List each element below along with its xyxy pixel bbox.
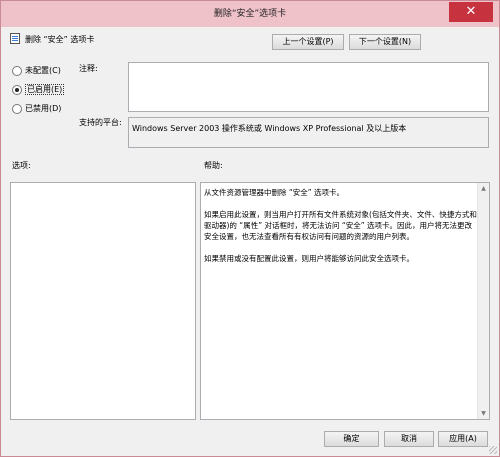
help-paragraph: 如果禁用或没有配置此设置，则用户将能够访问此安全选项卡。 xyxy=(204,254,414,263)
supported-platform-field: Windows Server 2003 操作系统或 Windows XP Pro… xyxy=(128,117,489,148)
group-policy-setting-dialog: 删除“安全”选项卡 ✕ 删除 “安全” 选项卡 上一个设置(P) 下一个设置(N… xyxy=(0,0,500,457)
help-label: 帮助: xyxy=(204,161,223,170)
cancel-button[interactable]: 取消 xyxy=(384,431,434,447)
scroll-down-arrow-icon[interactable]: ▼ xyxy=(478,408,489,419)
radio-button-checked[interactable] xyxy=(12,84,22,95)
resize-grip-icon[interactable] xyxy=(489,446,497,454)
title-bar[interactable]: 删除“安全”选项卡 ✕ xyxy=(1,1,499,27)
help-scrollbar[interactable]: ▲ ▼ xyxy=(477,183,489,419)
radio-disabled[interactable]: 已禁用(D) xyxy=(12,103,61,114)
ok-button[interactable]: 确定 xyxy=(324,431,379,447)
scroll-up-arrow-icon[interactable]: ▲ xyxy=(478,183,489,194)
radio-not-configured[interactable]: 未配置(C) xyxy=(12,65,61,76)
next-setting-button[interactable]: 下一个设置(N) xyxy=(349,34,421,50)
radio-enabled[interactable]: 已启用(E) xyxy=(12,84,65,95)
close-button[interactable]: ✕ xyxy=(449,2,493,22)
comment-label: 注释: xyxy=(79,64,98,73)
radio-button[interactable] xyxy=(12,103,22,114)
help-paragraph: 如果启用此设置，则当用户打开所有文件系统对象(包括文件夹、文件、快捷方式和驱动器… xyxy=(204,210,477,241)
options-label: 选项: xyxy=(12,161,31,170)
radio-label: 已禁用(D) xyxy=(25,104,62,113)
options-panel xyxy=(10,182,196,420)
apply-button[interactable]: 应用(A) xyxy=(438,431,488,447)
help-paragraph: 从文件资源管理器中删除 “安全” 选项卡。 xyxy=(204,188,345,197)
previous-setting-button[interactable]: 上一个设置(P) xyxy=(272,34,344,50)
policy-name: 删除 “安全” 选项卡 xyxy=(25,35,95,44)
comment-textarea[interactable] xyxy=(128,62,489,112)
policy-setting-icon xyxy=(10,33,20,44)
radio-button[interactable] xyxy=(12,65,22,76)
help-panel: 从文件资源管理器中删除 “安全” 选项卡。 如果启用此设置，则当用户打开所有文件… xyxy=(200,182,490,420)
window-title: 删除“安全”选项卡 xyxy=(213,9,287,19)
supported-platform-label: 支持的平台: xyxy=(79,118,122,127)
radio-label: 已启用(E) xyxy=(25,84,65,95)
radio-label: 未配置(C) xyxy=(25,66,61,75)
